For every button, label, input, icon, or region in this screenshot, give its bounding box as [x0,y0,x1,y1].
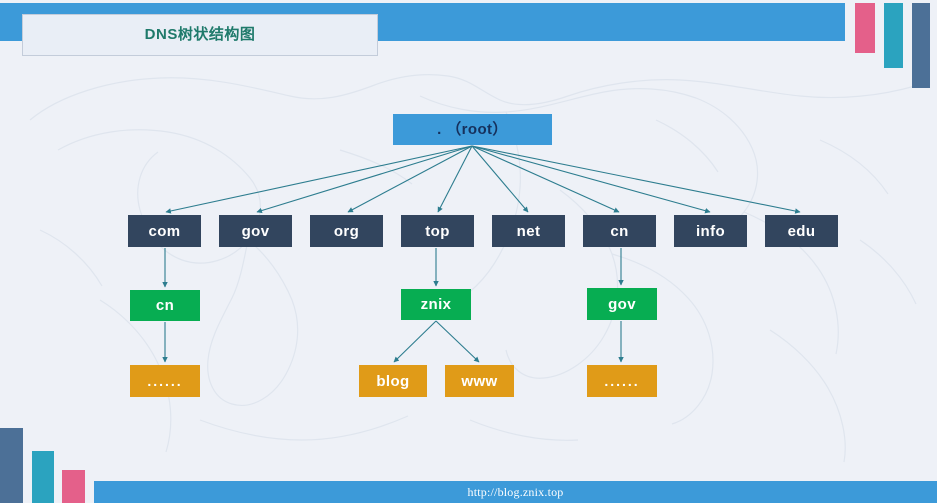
node-tld-top[interactable]: top [401,215,474,247]
decor-bar-top-slate [912,3,930,88]
decor-bar-bottom-slate [0,428,23,503]
slide-canvas: DNS树状结构图 . （root） com gov org top net cn… [0,0,937,503]
edge-root-cn [471,145,620,213]
node-tld-cn[interactable]: cn [583,215,656,247]
footer-url[interactable]: http://blog.znix.top [94,481,937,503]
node-label: org [333,222,360,240]
decor-bar-top-pink [855,3,875,53]
node-label: gov [608,295,636,313]
node-label: blog [376,372,410,390]
node-tld-net[interactable]: net [492,215,565,247]
node-label: gov [241,222,270,240]
edge-root-edu [471,145,801,214]
edge-root-com [165,145,473,214]
node-tld-info[interactable]: info [674,215,747,247]
node-leaf-cn-more[interactable]: ...... [130,365,200,397]
node-leaf-blog[interactable]: blog [359,365,427,397]
node-leaf-www[interactable]: www [445,365,514,397]
edge-root-gov [256,145,473,214]
node-label: info [695,222,726,240]
edge-znix-www [435,320,480,363]
node-tld-org[interactable]: org [310,215,383,247]
decor-bar-bottom-teal [32,451,54,503]
page-title: DNS树状结构图 [144,26,256,43]
node-root[interactable]: . （root） [393,114,552,145]
node-label: edu [787,222,816,240]
decor-bar-bottom-pink [62,470,85,503]
edge-root-top [437,145,473,213]
node-label: www [461,372,498,390]
node-sld-znix[interactable]: znix [401,289,471,320]
world-map-background [29,74,917,463]
node-tld-com[interactable]: com [128,215,201,247]
node-label: . （root） [437,121,508,138]
edge-root-net [471,145,529,213]
node-label: znix [420,296,452,313]
node-label: net [516,222,541,240]
node-label: ...... [604,373,640,389]
decor-bar-top-teal [884,3,903,68]
node-label: cn [155,297,175,314]
node-leaf-gov-more[interactable]: ...... [587,365,657,397]
node-label: cn [610,222,629,240]
node-label: ...... [147,373,183,389]
edge-znix-blog [393,320,437,363]
node-label: top [425,222,450,240]
edge-root-info [471,145,711,214]
node-label: com [148,222,181,240]
node-sld-cn[interactable]: cn [130,290,200,321]
node-tld-edu[interactable]: edu [765,215,838,247]
tree-edges [162,145,801,363]
node-sld-gov[interactable]: gov [587,288,657,320]
node-tld-gov[interactable]: gov [219,215,292,247]
edge-root-org [347,145,473,213]
